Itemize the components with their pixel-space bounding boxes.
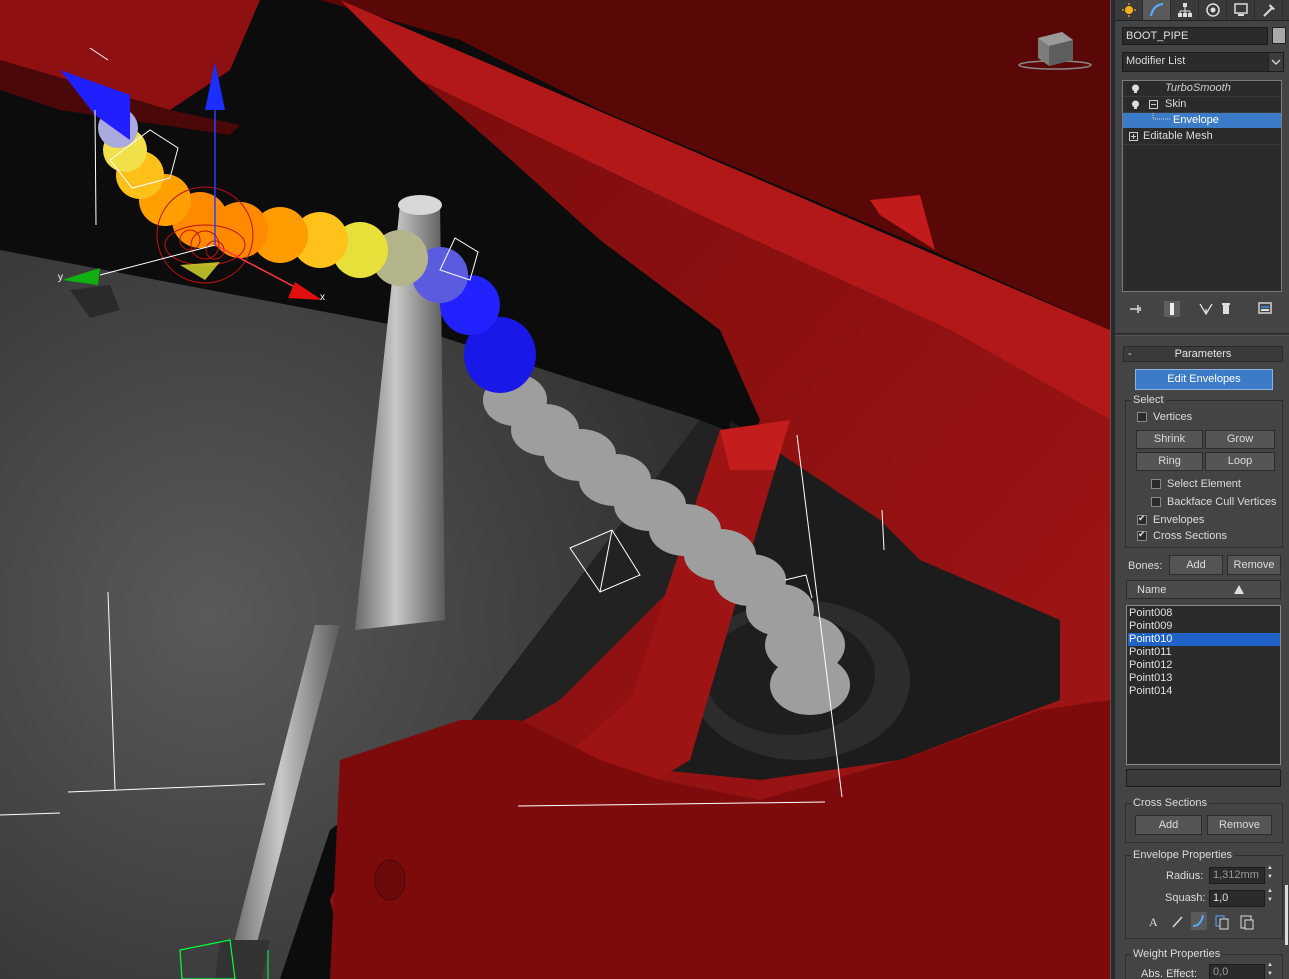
parameters-rollout-header[interactable]: - Parameters: [1123, 346, 1283, 362]
lightbulb-icon[interactable]: [1131, 100, 1140, 109]
stack-item-label: Skin: [1165, 98, 1187, 110]
vertices-label: Vertices: [1153, 411, 1193, 423]
squash-label: Squash:: [1165, 892, 1206, 904]
backface-cull-checkbox[interactable]: [1151, 497, 1161, 507]
pin-stack-icon[interactable]: [1128, 301, 1144, 317]
bone-list[interactable]: Point008 Point009 Point010 Point011 Poin…: [1126, 605, 1281, 765]
add-bone-button[interactable]: Add: [1169, 555, 1223, 575]
backface-cull-label: Backface Cull Vertices: [1167, 496, 1277, 508]
stack-item-label: Editable Mesh: [1143, 130, 1213, 142]
bone-list-item[interactable]: Point009: [1128, 620, 1280, 633]
stack-item-envelope[interactable]: Envelope: [1123, 113, 1281, 128]
svg-text:A: A: [1149, 915, 1158, 929]
axis-x-label: x: [320, 292, 325, 303]
stack-item-skin[interactable]: Skin: [1123, 97, 1281, 113]
modifier-list-dropdown[interactable]: Modifier List: [1122, 52, 1284, 72]
modify-tab[interactable]: [1143, 0, 1171, 20]
collapse-icon[interactable]: [1149, 100, 1158, 109]
modifier-list-label: Modifier List: [1126, 55, 1186, 67]
add-cross-section-button[interactable]: Add: [1135, 815, 1202, 835]
modify-icon: [1149, 2, 1163, 17]
copy-icon[interactable]: [1215, 914, 1231, 930]
parameters-title: Parameters: [1174, 348, 1232, 360]
select-element-checkbox[interactable]: [1151, 479, 1161, 489]
panel-scrollbar[interactable]: [1285, 885, 1288, 945]
paste-icon[interactable]: [1239, 914, 1255, 930]
display-icon: [1233, 3, 1248, 16]
expand-icon[interactable]: [1129, 132, 1138, 141]
stack-item-editable-mesh[interactable]: Editable Mesh: [1123, 129, 1281, 145]
chevron-down-icon: [1268, 53, 1283, 71]
bone-list-item[interactable]: Point008: [1128, 607, 1280, 620]
motion-tab[interactable]: [1199, 0, 1227, 20]
rollout-separator: [1115, 333, 1289, 336]
envelope-visible-icon[interactable]: [1171, 914, 1185, 930]
bones-label: Bones:: [1128, 560, 1163, 572]
configure-modifier-sets-icon[interactable]: [1257, 301, 1273, 317]
select-element-label: Select Element: [1167, 478, 1241, 490]
envelopes-label: Envelopes: [1153, 514, 1205, 526]
select-group-label: Select: [1131, 394, 1166, 406]
bone-list-item[interactable]: Point011: [1128, 646, 1280, 659]
object-color-swatch[interactable]: [1272, 27, 1286, 44]
radius-label: Radius:: [1166, 870, 1204, 882]
bone-list-header[interactable]: Name: [1126, 580, 1281, 599]
command-panel-tabs: [1115, 0, 1289, 21]
command-panel: BOOT_PIPE Modifier List TurboSmooth Skin…: [1115, 0, 1289, 979]
cross-sections-group-label: Cross Sections: [1131, 797, 1209, 809]
object-name-field[interactable]: BOOT_PIPE: [1122, 27, 1268, 45]
viewport-perspective[interactable]: x y: [0, 0, 1110, 979]
vertices-checkbox[interactable]: [1137, 412, 1147, 422]
stack-toolbar: [1122, 298, 1284, 322]
bone-list-item[interactable]: Point013: [1128, 672, 1280, 685]
radius-field[interactable]: 1,312mm: [1209, 867, 1265, 884]
remove-modifier-icon[interactable]: [1218, 301, 1234, 317]
hierarchy-icon: [1177, 3, 1192, 17]
envelope-properties-label: Envelope Properties: [1131, 849, 1235, 861]
radius-spinner-icon[interactable]: [1266, 865, 1276, 884]
loop-button[interactable]: Loop: [1205, 452, 1275, 471]
utilities-icon: [1262, 4, 1275, 17]
remove-bone-button[interactable]: Remove: [1227, 555, 1281, 575]
edit-envelopes-button[interactable]: Edit Envelopes: [1135, 369, 1273, 390]
remove-cross-section-button[interactable]: Remove: [1207, 815, 1272, 835]
cross-sections-checkbox[interactable]: [1137, 529, 1147, 541]
abs-effect-field[interactable]: 0,0: [1209, 964, 1265, 979]
tree-connector-icon: [1152, 113, 1171, 120]
bone-list-item-selected[interactable]: Point010: [1128, 633, 1280, 646]
stack-item-turbosmooth[interactable]: TurboSmooth: [1123, 81, 1281, 97]
lightbulb-icon[interactable]: [1131, 84, 1140, 93]
stack-item-label: Envelope: [1173, 114, 1219, 126]
create-icon: [1121, 3, 1136, 17]
envelopes-checkbox[interactable]: [1137, 513, 1147, 525]
scene-render[interactable]: x y: [0, 0, 1110, 979]
grow-button[interactable]: Grow: [1205, 430, 1275, 449]
motion-icon: [1205, 3, 1220, 17]
stack-item-label: TurboSmooth: [1165, 82, 1231, 94]
weight-properties-label: Weight Properties: [1131, 948, 1223, 960]
modifier-stack: TurboSmooth Skin Envelope Editable Mesh: [1122, 80, 1282, 292]
bone-filter-field[interactable]: [1126, 769, 1281, 787]
make-unique-icon[interactable]: [1198, 301, 1214, 317]
axis-y-label: y: [58, 272, 63, 283]
display-tab[interactable]: [1227, 0, 1255, 20]
utilities-tab[interactable]: [1255, 0, 1283, 20]
squash-field[interactable]: 1,0: [1209, 890, 1265, 907]
bone-list-item[interactable]: Point014: [1128, 685, 1280, 698]
falloff-icon[interactable]: [1191, 912, 1207, 930]
shrink-button[interactable]: Shrink: [1136, 430, 1203, 449]
absolute-relative-icon[interactable]: A: [1147, 914, 1161, 930]
create-tab[interactable]: [1115, 0, 1143, 20]
ring-button[interactable]: Ring: [1136, 452, 1203, 471]
squash-spinner-icon[interactable]: [1266, 888, 1276, 907]
show-end-result-icon[interactable]: [1164, 301, 1180, 317]
name-column-header: Name: [1137, 584, 1167, 596]
abs-effect-spinner-icon[interactable]: [1266, 962, 1276, 979]
hierarchy-tab[interactable]: [1171, 0, 1199, 20]
sort-ascending-icon: [1234, 585, 1244, 594]
abs-effect-label: Abs. Effect:: [1141, 968, 1198, 979]
cross-sections-label: Cross Sections: [1153, 530, 1227, 542]
bone-list-item[interactable]: Point012: [1128, 659, 1280, 672]
